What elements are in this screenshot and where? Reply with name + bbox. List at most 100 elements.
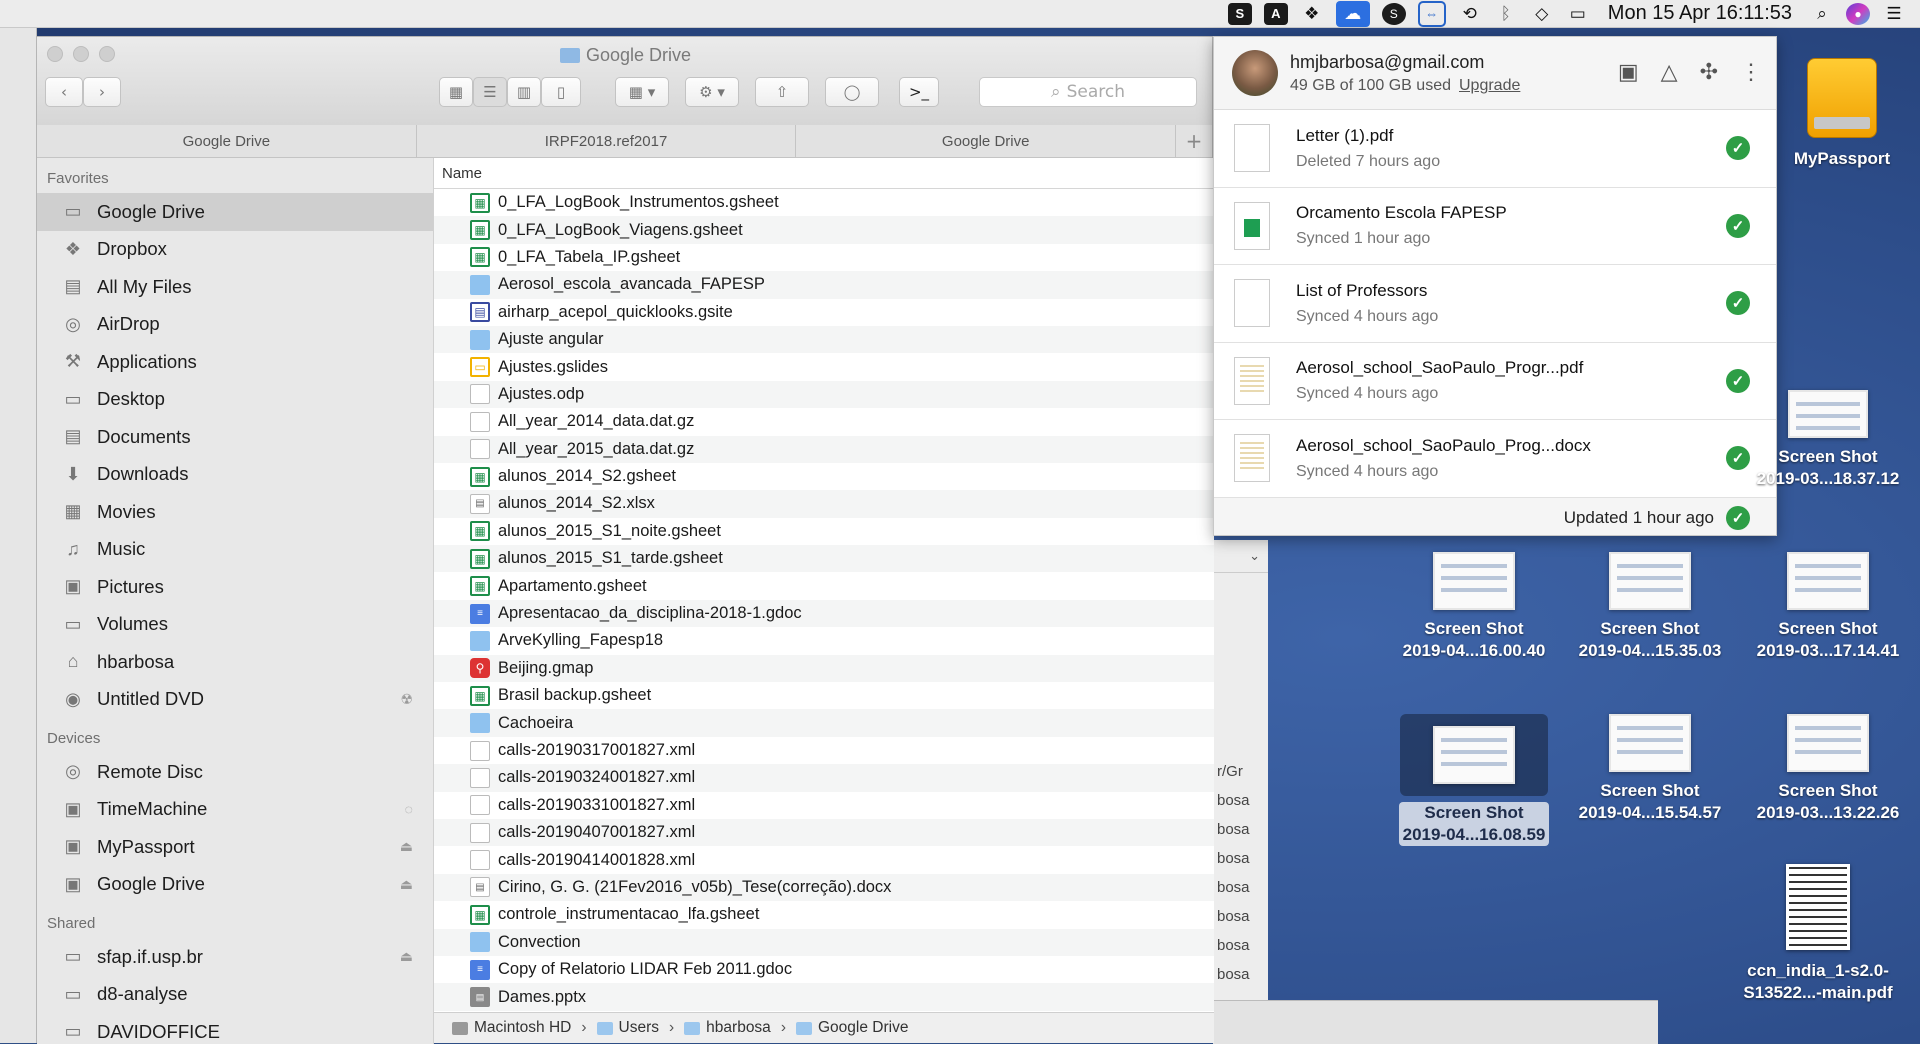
eject-icon[interactable]: ⏏ [400,876,413,893]
s-icon[interactable]: S [1381,2,1406,25]
column-view-button[interactable]: ▥ [507,77,541,107]
notification-center-icon[interactable]: ☰ [1882,3,1906,25]
sidebar-item[interactable]: ◎ AirDrop [37,306,433,344]
dropbox-icon[interactable]: ❖ [1300,3,1324,25]
eject-icon[interactable]: ☢ [400,691,413,708]
time-machine-icon[interactable]: ⟲ [1458,3,1482,25]
sidebar-item[interactable]: ▤ All My Files [37,268,433,306]
file-row[interactable]: calls-20190317001827.xml [434,737,1214,764]
sidebar-item[interactable]: ◉ Untitled DVD ☢ [37,681,433,719]
sync-item[interactable]: Aerosol_school_SaoPaulo_Progr...pdf Synce… [1214,342,1776,420]
avatar[interactable] [1232,50,1278,96]
file-row[interactable]: Ajustes.odp [434,380,1214,409]
file-row[interactable]: calls-20190331001827.xml [434,792,1214,819]
file-row[interactable]: Ajuste angular [434,325,1214,354]
screenshot-file-icon[interactable]: Screen Shot 2019-03...13.22.26 [1740,714,1916,824]
airplay-icon[interactable]: ▭ [1566,3,1590,25]
file-row[interactable]: ▦ Apartamento.gsheet [434,572,1214,599]
file-row[interactable]: ≡ Apresentacao_da_disciplina-2018-1.gdoc [434,599,1214,628]
upgrade-link[interactable]: Upgrade [1459,77,1520,94]
sidebar-item[interactable]: ♫ Music [37,531,433,569]
tab-google-drive-2[interactable]: Google Drive [796,125,1177,157]
mypassport-drive-icon[interactable]: MyPassport [1754,58,1920,170]
tab-google-drive-1[interactable]: Google Drive [37,125,417,157]
menubar-clock[interactable]: Mon 15 Apr 16:11:53 [1608,2,1792,25]
sidebar-item[interactable]: ▣ MyPassport ⏏ [37,828,433,866]
file-row[interactable]: ▦ 0_LFA_LogBook_Instrumentos.gsheet [434,189,1214,216]
sidebar-item[interactable]: ▭ sfap.if.usp.br ⏏ [37,938,433,976]
pdf-file-icon[interactable]: ccn_india_1-s2.0- S13522...-main.pdf [1730,864,1906,1004]
wifi-icon[interactable]: ◇ [1530,3,1554,25]
sidebar-item[interactable]: ▭ DAVIDOFFICE [37,1013,433,1044]
sidebar-item[interactable]: ⚒ Applications [37,343,433,381]
forward-button[interactable]: › [83,77,121,107]
sidebar-item[interactable]: ▭ d8-analyse [37,976,433,1014]
sidebar-item[interactable]: ▤ Documents [37,418,433,456]
bluetooth-icon[interactable]: ᛒ [1494,3,1518,25]
chevron-down-icon[interactable]: ⌄ [1214,540,1268,573]
screenshot-file-icon[interactable]: Screen Shot 2019-04...15.35.03 [1562,552,1738,662]
sidebar-item[interactable]: ▭ Google Drive [37,193,433,231]
file-row[interactable]: Aerosol_escola_avancada_FAPESP [434,271,1214,299]
back-button[interactable]: ‹ [45,77,83,107]
name-column-header[interactable]: Name [434,158,1214,189]
sidebar-item[interactable]: ▭ Volumes [37,606,433,644]
file-row[interactable]: ArveKylling_Fapesp18 [434,627,1214,654]
file-row[interactable]: Convection [434,928,1214,956]
add-tab-button[interactable]: + [1176,125,1212,157]
file-row[interactable]: calls-20190407001827.xml [434,818,1214,847]
file-row[interactable]: ▦ 0_LFA_LogBook_Viagens.gsheet [434,216,1214,244]
path-segment[interactable]: Users [619,1019,659,1037]
path-segment[interactable]: hbarbosa [706,1019,771,1037]
cover-flow-button[interactable]: ▯ [541,77,581,107]
file-row[interactable]: ≡ Copy of Relatorio LIDAR Feb 2011.gdoc [434,956,1214,983]
sidebar-item[interactable]: ▣ TimeMachine ◌ [37,791,433,829]
sidebar-item[interactable]: ▭ Desktop [37,381,433,419]
action-gear-button[interactable]: ⚙ ▾ [685,77,739,107]
sidebar-item[interactable]: ▣ Google Drive ⏏ [37,866,433,904]
screenshot-file-icon[interactable]: Screen Shot 2019-03...17.14.41 [1740,552,1916,662]
screenshot-file-icon[interactable]: Screen Shot 2019-04...16.00.40 [1386,552,1562,662]
share-button[interactable]: ⇧ [755,77,809,107]
icon-view-button[interactable]: ▦ [439,77,473,107]
file-row[interactable]: calls-20190414001828.xml [434,846,1214,873]
file-row[interactable]: ▤ Cirino, G. G. (21Fev2016_v05b)_Tese(cor… [434,873,1214,902]
file-row[interactable]: ▦ 0_LFA_Tabela_IP.gsheet [434,244,1214,271]
sync-item[interactable]: Orcamento Escola FAPESP Synced 1 hour ago… [1214,187,1776,265]
file-row[interactable]: All_year_2015_data.dat.gz [434,435,1214,463]
file-row[interactable]: ▤ Dames.pptx [434,983,1214,1011]
sidebar-item[interactable]: ◎ Remote Disc [37,753,433,791]
eject-icon[interactable]: ⏏ [400,948,413,965]
path-segment[interactable]: Google Drive [818,1019,908,1037]
file-row[interactable]: ▦ alunos_2015_S1_noite.gsheet [434,518,1214,545]
photos-icon[interactable]: ✣ [1700,59,1718,85]
skype-icon[interactable]: S [1227,2,1252,25]
file-row[interactable]: ▦ controle_instrumentacao_lfa.gsheet [434,901,1214,928]
eject-icon[interactable]: ⏏ [400,838,413,855]
file-row[interactable]: ▭ Ajustes.gslides [434,353,1214,380]
file-row[interactable]: ▦ alunos_2014_S2.gsheet [434,463,1214,490]
sidebar-item[interactable]: ❖ Dropbox [37,231,433,269]
drive-web-icon[interactable]: △ [1661,59,1678,85]
search-input[interactable]: ⌕ Search [979,77,1197,107]
file-row[interactable]: ▤ alunos_2014_S2.xlsx [434,490,1214,518]
sync-item[interactable]: Letter (1).pdf Deleted 7 hours ago ✓ [1214,110,1776,188]
path-segment[interactable]: Macintosh HD [474,1019,571,1037]
sidebar-item[interactable]: ⌂ hbarbosa [37,643,433,681]
tab-irpf2018[interactable]: IRPF2018.ref2017 [417,125,797,157]
arrange-button[interactable]: ▦ ▾ [615,77,669,107]
terminal-button[interactable]: >_ [899,77,939,107]
file-row[interactable]: ▤ airharp_acepol_quicklooks.gsite [434,299,1214,326]
file-row[interactable]: Cachoeira [434,709,1214,737]
search-icon[interactable]: ⌕ [1810,3,1834,25]
eject-icon[interactable]: ◌ [405,801,413,817]
screenshot-file-icon[interactable]: Screen Shot 2019-03...18.37.12 [1740,390,1916,490]
siri-icon[interactable]: ● [1846,2,1870,25]
file-row[interactable]: All_year_2014_data.dat.gz [434,408,1214,435]
google-drive-sync-icon[interactable]: ☁ [1335,0,1370,27]
app-icon[interactable]: A [1263,2,1288,25]
open-folder-icon[interactable]: ▣ [1618,59,1639,85]
sidebar-item[interactable]: ▦ Movies [37,493,433,531]
screenshot-file-icon[interactable]: Screen Shot 2019-04...16.08.59 [1386,714,1562,846]
tag-button[interactable]: ◯ [825,77,879,107]
